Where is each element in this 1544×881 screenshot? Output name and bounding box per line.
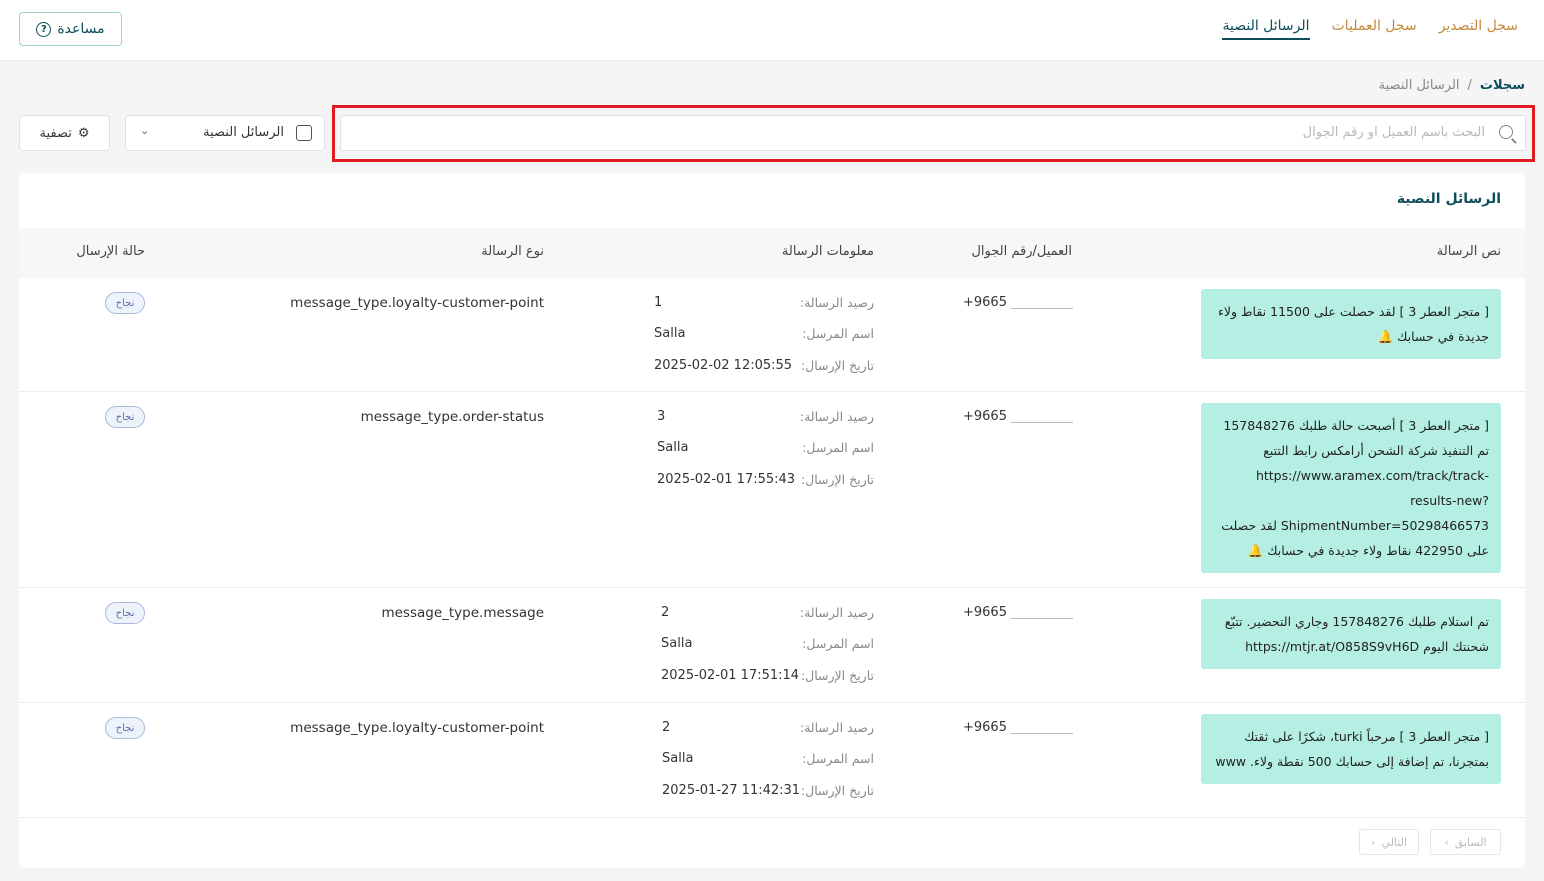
breadcrumb-separator: /: [1467, 78, 1472, 93]
table-row: [ متجر العطر 3 ] أصبحت حالة طلبك 1578482…: [19, 392, 1525, 588]
prev-label: السابق: [1454, 835, 1487, 849]
message-type: message_type.loyalty-customer-point: [290, 720, 544, 736]
customer-phone[interactable]: +9665: [963, 409, 1007, 424]
messages-card: الرسائل النصية نص الرسالة العميل/رقم الج…: [19, 173, 1525, 868]
balance-label: رصيد الرسالة:: [799, 720, 874, 735]
message-type-select[interactable]: الرسائل النصية ⌄: [125, 115, 325, 151]
sender-label: اسم المرسل:: [802, 326, 874, 341]
top-bar: ? مساعدة الرسائل النصية سجل العمليات سجل…: [0, 0, 1544, 61]
breadcrumb: سجلات / الرسائل النصية: [1379, 78, 1525, 93]
breadcrumb-root[interactable]: سجلات: [1480, 78, 1525, 93]
balance-value: 2: [661, 605, 670, 620]
sender-value: Salla: [657, 440, 689, 455]
sender-value: Salla: [661, 636, 693, 651]
message-bubble: تم استلام طلبك 157848276 وجاري التحضير. …: [1201, 599, 1501, 669]
message-bubble: [ متجر العطر 3 ] مرحباً turki، شكرًا على…: [1201, 714, 1501, 784]
message-type: message_type.loyalty-customer-point: [290, 295, 544, 311]
search-icon: [1499, 125, 1513, 139]
filter-button[interactable]: ⚙ تصفية: [19, 115, 110, 151]
date-value: 2025-02-02 12:05:55: [654, 358, 793, 373]
status-badge: نجاح: [105, 406, 145, 428]
customer-phone[interactable]: +9665: [963, 605, 1007, 620]
sender-label: اسم المرسل:: [802, 751, 874, 766]
pagination-next-button[interactable]: التالي ‹: [1359, 829, 1419, 855]
phone-mask: [1011, 720, 1073, 734]
date-label: تاريخ الإرسال:: [800, 668, 874, 683]
date-label: تاريخ الإرسال:: [800, 472, 874, 487]
table-row: [ متجر العطر 3 ] مرحباً turki، شكرًا على…: [19, 703, 1525, 818]
date-value: 2025-01-27 11:42:31: [662, 783, 801, 798]
balance-label: رصيد الرسالة:: [799, 605, 874, 620]
help-label: مساعدة: [57, 21, 105, 37]
filter-label: تصفية: [39, 125, 72, 141]
pagination-prev-button[interactable]: السابق ›: [1430, 829, 1501, 855]
balance-label: رصيد الرسالة:: [799, 409, 874, 424]
tab-bar: الرسائل النصية سجل العمليات سجل التصدير: [1222, 18, 1518, 40]
phone-mask: [1011, 605, 1073, 619]
date-label: تاريخ الإرسال:: [800, 783, 874, 798]
header-message-text: نص الرسالة: [1436, 244, 1501, 259]
question-circle-icon: ?: [36, 21, 52, 37]
balance-value: 3: [657, 409, 666, 424]
select-value: الرسائل النصية: [203, 125, 284, 140]
inbox-icon: [296, 125, 312, 141]
sender-label: اسم المرسل:: [802, 440, 874, 455]
status-badge: نجاح: [105, 292, 145, 314]
next-label: التالي: [1381, 835, 1408, 849]
search-highlight: البحث باسم العميل او رقم الجوال: [332, 105, 1535, 162]
tab-operations-log[interactable]: سجل العمليات: [1332, 18, 1417, 40]
customer-phone[interactable]: +9665: [963, 295, 1007, 310]
customer-phone[interactable]: +9665: [963, 720, 1007, 735]
sender-value: Salla: [662, 751, 694, 766]
tab-text-messages[interactable]: الرسائل النصية: [1222, 18, 1310, 40]
date-value: 2025-02-01 17:51:14: [661, 668, 800, 683]
message-type: message_type.message: [381, 605, 544, 621]
message-bubble: [ متجر العطر 3 ] أصبحت حالة طلبك 1578482…: [1201, 403, 1501, 573]
chevron-down-icon: ⌄: [140, 124, 150, 137]
message-type: message_type.order-status: [360, 409, 544, 425]
tab-export-log[interactable]: سجل التصدير: [1439, 18, 1518, 40]
date-value: 2025-02-01 17:55:43: [657, 472, 796, 487]
date-label: تاريخ الإرسال:: [800, 358, 874, 373]
table-header: نص الرسالة العميل/رقم الجوال معلومات الر…: [19, 228, 1525, 278]
status-badge: نجاح: [105, 602, 145, 624]
header-customer: العميل/رقم الجوال: [971, 244, 1072, 259]
status-badge: نجاح: [105, 717, 145, 739]
header-info: معلومات الرسالة: [781, 244, 874, 259]
card-title: الرسائل النصية: [1396, 191, 1501, 207]
message-bubble: [ متجر العطر 3 ] لقد حصلت على 11500 نقاط…: [1201, 289, 1501, 359]
balance-value: 1: [654, 295, 663, 310]
sliders-icon: ⚙: [77, 125, 90, 141]
phone-mask: [1011, 295, 1073, 309]
chevron-right-icon: ›: [1444, 835, 1449, 849]
search-input[interactable]: البحث باسم العميل او رقم الجوال: [340, 115, 1526, 151]
help-button[interactable]: ? مساعدة: [19, 12, 122, 46]
phone-mask: [1011, 409, 1073, 423]
breadcrumb-current: الرسائل النصية: [1378, 78, 1460, 93]
table-row: [ متجر العطر 3 ] لقد حصلت على 11500 نقاط…: [19, 278, 1525, 392]
header-type: نوع الرسالة: [481, 244, 544, 259]
header-status: حالة الإرسال: [76, 244, 145, 259]
table-row: تم استلام طلبك 157848276 وجاري التحضير. …: [19, 588, 1525, 703]
balance-label: رصيد الرسالة:: [799, 295, 874, 310]
chevron-left-icon: ‹: [1371, 835, 1376, 849]
sender-value: Salla: [654, 326, 686, 341]
sender-label: اسم المرسل:: [802, 636, 874, 651]
balance-value: 2: [662, 720, 671, 735]
search-placeholder: البحث باسم العميل او رقم الجوال: [1302, 125, 1485, 140]
